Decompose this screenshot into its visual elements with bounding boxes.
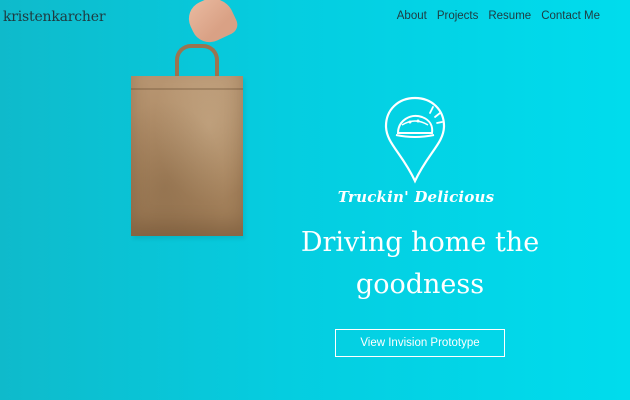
paper-bag: [131, 76, 243, 236]
nav-contact-me[interactable]: Contact Me: [541, 10, 600, 22]
nav-projects[interactable]: Projects: [437, 10, 479, 22]
brand-name: Truckin' Delicious: [337, 188, 495, 206]
hand: [183, 0, 241, 49]
hero-headline: Driving home the goodness: [300, 227, 540, 300]
taco-pin-icon: [384, 96, 446, 184]
view-prototype-button[interactable]: View Invision Prototype: [335, 329, 505, 357]
bag-fold: [131, 88, 243, 90]
site-logo[interactable]: kristenkarcher: [3, 9, 106, 25]
main-nav: About Projects Resume Contact Me: [397, 10, 600, 22]
paper-bag-photo: [125, 0, 255, 240]
nav-about[interactable]: About: [397, 10, 427, 22]
nav-resume[interactable]: Resume: [488, 10, 531, 22]
